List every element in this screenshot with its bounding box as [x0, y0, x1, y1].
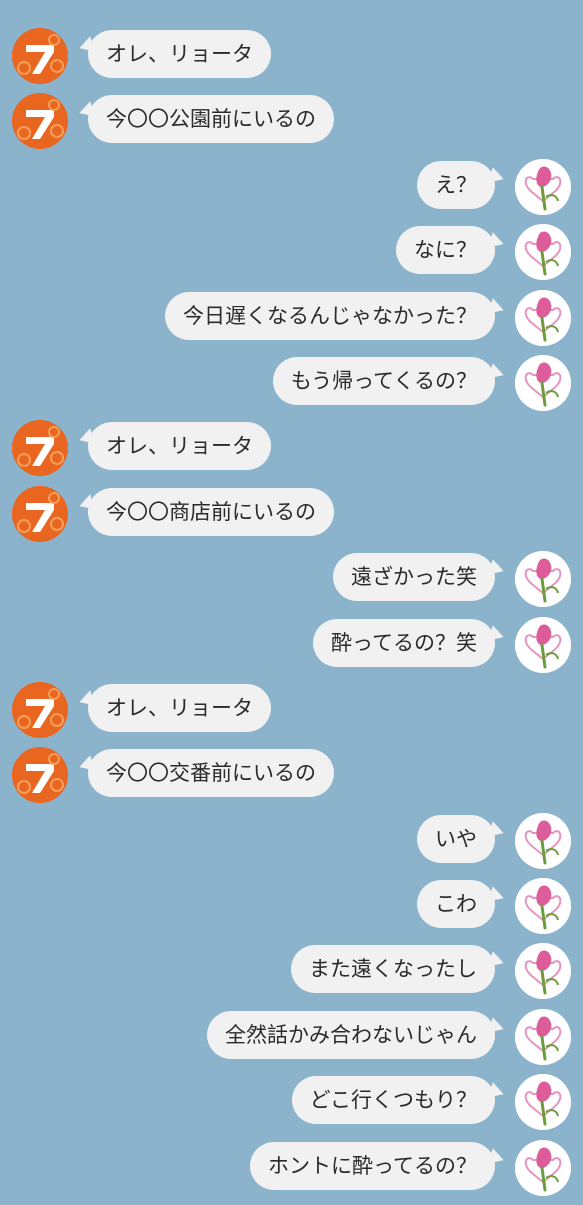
- message-row-outgoing: 酔ってるの？笑: [0, 616, 583, 682]
- message-bubble[interactable]: オレ、リョータ: [88, 30, 271, 78]
- message-row-outgoing: 遠ざかった笑: [0, 551, 583, 616]
- message-bubble[interactable]: ホントに酔ってるの？: [250, 1141, 495, 1190]
- message-bubble[interactable]: 今〇〇商店前にいるの: [88, 487, 334, 536]
- orange-seven-avatar-icon[interactable]: [12, 93, 68, 150]
- message-row-incoming: 今〇〇交番前にいるの: [0, 747, 583, 812]
- rose-heart-avatar-icon[interactable]: [515, 1139, 571, 1196]
- orange-seven-avatar-icon[interactable]: [12, 485, 68, 542]
- message-row-outgoing: なに？: [0, 224, 583, 289]
- message-bubble[interactable]: 遠ざかった笑: [333, 553, 495, 602]
- message-bubble[interactable]: どこ行くつもり？: [291, 1076, 495, 1125]
- orange-seven-avatar-icon[interactable]: [12, 420, 68, 477]
- message-bubble[interactable]: いや: [417, 814, 495, 863]
- rose-heart-avatar-icon[interactable]: [515, 943, 571, 1000]
- message-bubble[interactable]: 今〇〇公園前にいるの: [88, 95, 334, 144]
- rose-heart-avatar-icon[interactable]: [515, 616, 571, 673]
- message-row-outgoing: え？: [0, 158, 583, 224]
- message-bubble[interactable]: こわ: [417, 880, 495, 929]
- message-bubble[interactable]: え？: [417, 160, 495, 209]
- chat-thread: オレ、リョータ 今〇〇公園前にいるの え？ なに？ 今日遅くなるんじゃなかった？…: [0, 28, 583, 1205]
- rose-heart-avatar-icon[interactable]: [515, 878, 571, 935]
- message-bubble[interactable]: 今〇〇交番前にいるの: [88, 749, 334, 798]
- rose-heart-avatar-icon[interactable]: [515, 812, 571, 869]
- message-row-incoming: 今〇〇公園前にいるの: [0, 93, 583, 158]
- message-bubble[interactable]: なに？: [396, 226, 495, 275]
- message-row-incoming: 今〇〇商店前にいるの: [0, 485, 583, 551]
- message-row-outgoing: また遠くなったし: [0, 943, 583, 1008]
- rose-heart-avatar-icon[interactable]: [515, 1008, 571, 1065]
- message-row-outgoing: 今日遅くなるんじゃなかった？: [0, 289, 583, 355]
- rose-heart-avatar-icon[interactable]: [515, 289, 571, 346]
- orange-seven-avatar-icon[interactable]: [12, 681, 68, 738]
- orange-seven-avatar-icon[interactable]: [12, 28, 68, 84]
- rose-heart-avatar-icon[interactable]: [515, 551, 571, 608]
- message-row-outgoing: こわ: [0, 878, 583, 943]
- message-row-incoming: オレ、リョータ: [0, 28, 583, 93]
- message-bubble[interactable]: 全然話かみ合わないじゃん: [207, 1010, 495, 1059]
- rose-heart-avatar-icon[interactable]: [515, 158, 571, 215]
- message-row-outgoing: 全然話かみ合わないじゃん: [0, 1008, 583, 1074]
- message-bubble[interactable]: 今日遅くなるんじゃなかった？: [165, 291, 495, 340]
- orange-seven-avatar-icon[interactable]: [12, 747, 68, 804]
- message-row-outgoing: どこ行くつもり？: [0, 1074, 583, 1139]
- message-bubble[interactable]: 酔ってるの？笑: [313, 618, 495, 667]
- message-row-outgoing: もう帰ってくるの？: [0, 354, 583, 420]
- message-row-incoming: オレ、リョータ: [0, 420, 583, 485]
- message-bubble[interactable]: オレ、リョータ: [88, 683, 271, 732]
- rose-heart-avatar-icon[interactable]: [515, 1074, 571, 1131]
- message-bubble[interactable]: また遠くなったし: [291, 945, 495, 994]
- message-row-outgoing: いや: [0, 812, 583, 878]
- message-row-outgoing: ホントに酔ってるの？: [0, 1139, 583, 1205]
- rose-heart-avatar-icon[interactable]: [515, 224, 571, 281]
- rose-heart-avatar-icon[interactable]: [515, 354, 571, 411]
- message-row-incoming: オレ、リョータ: [0, 681, 583, 747]
- message-bubble[interactable]: もう帰ってくるの？: [272, 356, 495, 405]
- message-bubble[interactable]: オレ、リョータ: [88, 422, 271, 471]
